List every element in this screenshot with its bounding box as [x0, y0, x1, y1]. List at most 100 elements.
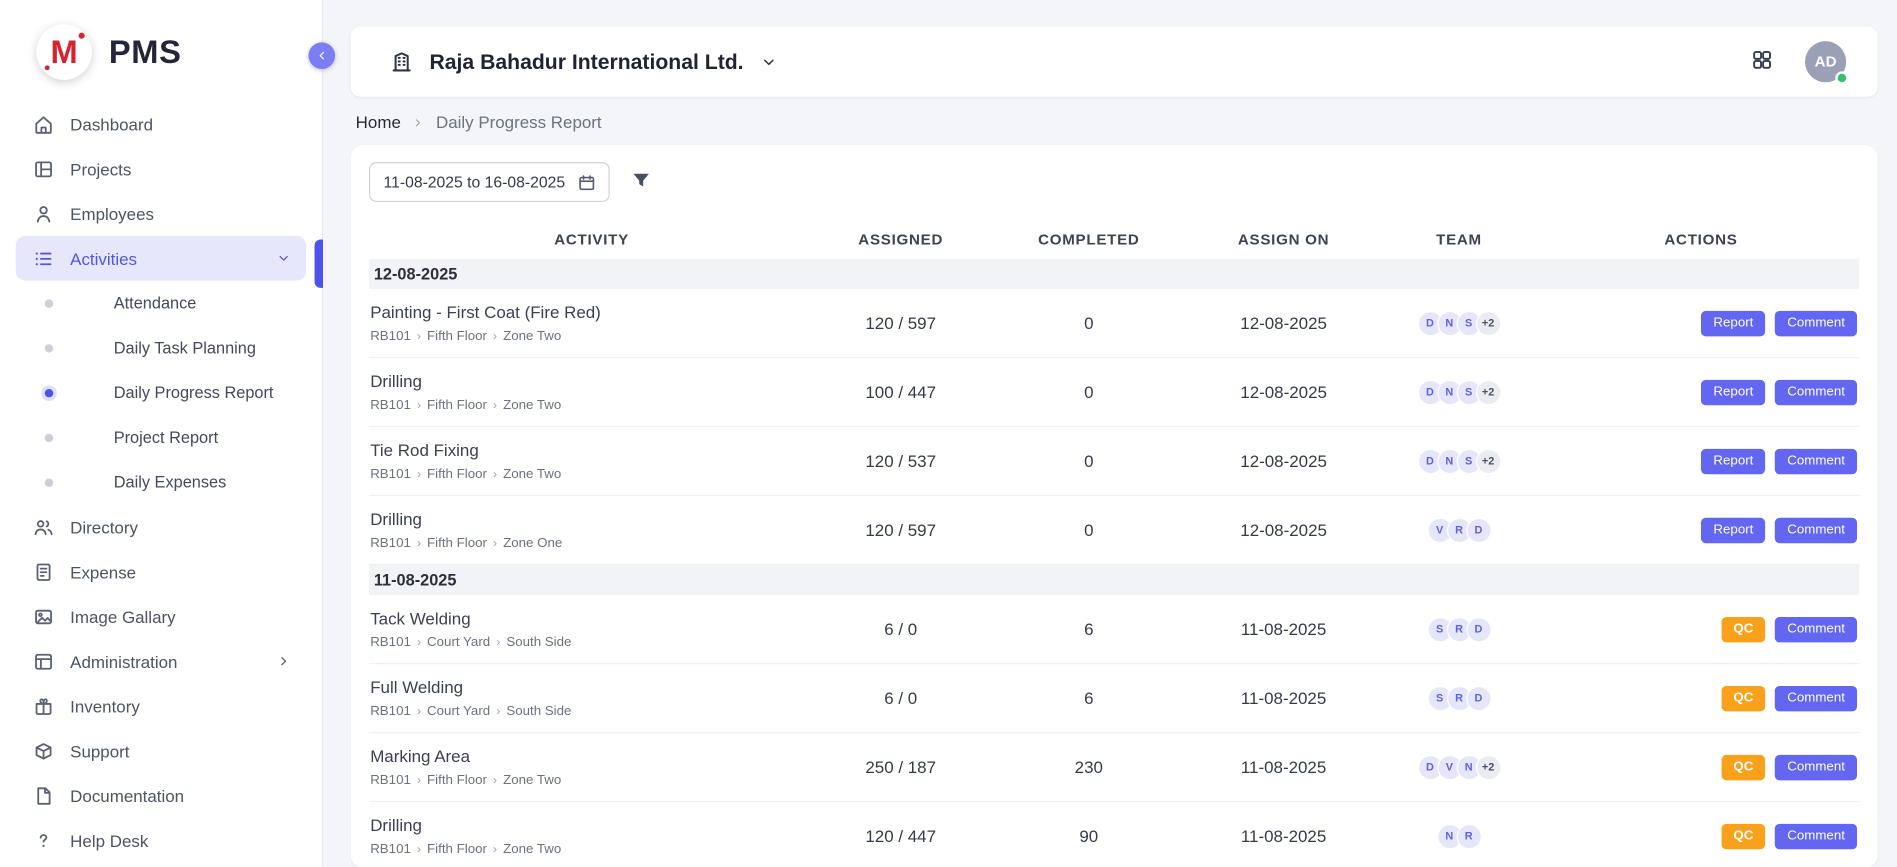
completed-value: 0: [987, 382, 1190, 401]
row-actions: QC Comment: [1541, 754, 1860, 779]
sidebar-item-expense[interactable]: Expense: [16, 549, 306, 594]
comment-button[interactable]: Comment: [1775, 685, 1857, 710]
report-button[interactable]: Report: [1701, 517, 1765, 542]
building-icon: [390, 50, 414, 74]
sidebar-subitem-daily-expenses[interactable]: Daily Expenses: [16, 460, 306, 505]
column-header-actions: ACTIONS: [1541, 230, 1860, 247]
chevron-right-icon: ›: [493, 537, 497, 550]
completed-value: 6: [987, 619, 1190, 638]
row-actions: QC Comment: [1541, 823, 1860, 848]
chevron-right-icon: ›: [493, 774, 497, 787]
activity-location-path: RB101›Fifth Floor›Zone One: [370, 536, 814, 551]
activity-location-path: RB101›Fifth Floor›Zone Two: [370, 842, 814, 857]
comment-button[interactable]: Comment: [1775, 379, 1857, 404]
qc-button[interactable]: QC: [1721, 616, 1765, 641]
table-row: Full WeldingRB101›Court Yard›South Side6…: [369, 664, 1859, 733]
comment-button[interactable]: Comment: [1775, 517, 1857, 542]
logo-letter: M: [51, 33, 78, 71]
employees-icon: [33, 203, 55, 225]
sidebar-item-label: Documentation: [70, 786, 184, 805]
sidebar-item-administration[interactable]: Administration: [16, 639, 306, 684]
path-segment: Fifth Floor: [427, 536, 487, 551]
sidebar-item-help-desk[interactable]: Help Desk: [16, 818, 306, 863]
logo-m-icon: M: [36, 24, 92, 80]
report-button[interactable]: Report: [1701, 379, 1765, 404]
chevron-right-icon: ›: [417, 705, 421, 718]
filter-button[interactable]: [630, 169, 652, 194]
completed-value: 230: [987, 757, 1190, 776]
assigned-value: 250 / 187: [814, 757, 987, 776]
sidebar-item-directory[interactable]: Directory: [16, 504, 306, 549]
sidebar-nav: Dashboard ProjectsEmployeesActivitiesAtte…: [0, 94, 322, 862]
comment-button[interactable]: Comment: [1775, 754, 1857, 779]
sidebar-subitem-label: Daily Task Planning: [114, 339, 256, 357]
path-segment: Court Yard: [427, 704, 490, 719]
sidebar-item-inventory[interactable]: Inventory: [16, 684, 306, 729]
column-header-assigned: ASSIGNED: [814, 230, 987, 247]
report-button[interactable]: Report: [1701, 448, 1765, 473]
sidebar-subitem-label: Daily Expenses: [114, 473, 227, 491]
team-extra-badge: +2: [1475, 310, 1500, 335]
table-row: Tie Rod FixingRB101›Fifth Floor›Zone Two…: [369, 427, 1859, 496]
sidebar-item-image-gallary[interactable]: Image Gallary: [16, 594, 306, 639]
comment-button[interactable]: Comment: [1775, 448, 1857, 473]
activity-title: Tie Rod Fixing: [370, 440, 814, 459]
activity-title: Drilling: [370, 509, 814, 528]
qc-button[interactable]: QC: [1721, 685, 1765, 710]
path-segment: RB101: [370, 536, 411, 551]
activity-location-path: RB101›Fifth Floor›Zone Two: [370, 773, 814, 788]
user-avatar[interactable]: AD: [1805, 41, 1846, 82]
sidebar-subitem-daily-progress-report[interactable]: Daily Progress Report: [16, 370, 306, 415]
team-avatar: D: [1466, 517, 1491, 542]
comment-button[interactable]: Comment: [1775, 823, 1857, 848]
breadcrumb-home[interactable]: Home: [356, 113, 401, 132]
row-actions: QC Comment: [1541, 616, 1860, 641]
column-header-assign-on: ASSIGN ON: [1190, 230, 1376, 247]
row-actions: Report Comment: [1541, 517, 1860, 542]
chevron-right-icon: ›: [493, 843, 497, 856]
sidebar-subitem-attendance[interactable]: Attendance: [16, 281, 306, 326]
app-logo: M PMS: [0, 0, 322, 94]
date-group-header: 12-08-2025: [369, 259, 1859, 289]
administration-icon: [33, 650, 55, 672]
comment-button[interactable]: Comment: [1775, 310, 1857, 335]
app-name: PMS: [109, 33, 182, 71]
sidebar-item-employees[interactable]: Employees: [16, 191, 306, 236]
activity-title: Drilling: [370, 371, 814, 390]
bullet-dot-icon: [45, 478, 53, 486]
date-range-input[interactable]: 11-08-2025 to 16-08-2025: [369, 162, 610, 202]
sidebar-item-label: Expense: [70, 562, 136, 581]
path-segment: Fifth Floor: [427, 773, 487, 788]
sidebar-item-projects[interactable]: Projects: [16, 146, 306, 191]
qc-button[interactable]: QC: [1721, 754, 1765, 779]
assign-on-date: 12-08-2025: [1190, 520, 1376, 539]
sidebar-subitem-daily-task-planning[interactable]: Daily Task Planning: [16, 325, 306, 370]
sidebar-subitem-project-report[interactable]: Project Report: [16, 415, 306, 460]
activity-title: Tack Welding: [370, 609, 814, 628]
assign-on-date: 12-08-2025: [1190, 313, 1376, 332]
sidebar-item-label: Dashboard: [70, 114, 153, 133]
company-selector[interactable]: Raja Bahadur International Ltd.: [390, 49, 778, 74]
comment-button[interactable]: Comment: [1775, 616, 1857, 641]
sidebar-item-label: Help Desk: [70, 831, 148, 850]
sidebar-item-dashboard[interactable]: Dashboard: [16, 102, 306, 147]
sidebar-item-support[interactable]: Support: [16, 728, 306, 773]
assign-on-date: 11-08-2025: [1190, 826, 1376, 845]
app-root: M PMS Dashboard ProjectsEmployeesActiviti…: [0, 0, 1897, 867]
progress-table: ACTIVITYASSIGNEDCOMPLETEDASSIGN ONTEAMAC…: [369, 219, 1859, 867]
report-button[interactable]: Report: [1701, 310, 1765, 335]
sidebar-collapse-button[interactable]: [308, 42, 335, 69]
sidebar-item-documentation[interactable]: Documentation: [16, 773, 306, 818]
table-row: DrillingRB101›Fifth Floor›Zone Two120 / …: [369, 802, 1859, 867]
column-header-completed: COMPLETED: [987, 230, 1190, 247]
team-extra-badge: +2: [1475, 379, 1500, 404]
qc-button[interactable]: QC: [1721, 823, 1765, 848]
table-row: DrillingRB101›Fifth Floor›Zone Two100 / …: [369, 358, 1859, 427]
chevron-right-icon: ›: [417, 774, 421, 787]
completed-value: 90: [987, 826, 1190, 845]
team-avatars: NR: [1377, 823, 1542, 848]
active-section-indicator: [315, 240, 323, 288]
table-row: Marking AreaRB101›Fifth Floor›Zone Two25…: [369, 733, 1859, 802]
sidebar-item-activities[interactable]: Activities: [16, 236, 306, 281]
apps-grid-button[interactable]: [1751, 48, 1774, 75]
